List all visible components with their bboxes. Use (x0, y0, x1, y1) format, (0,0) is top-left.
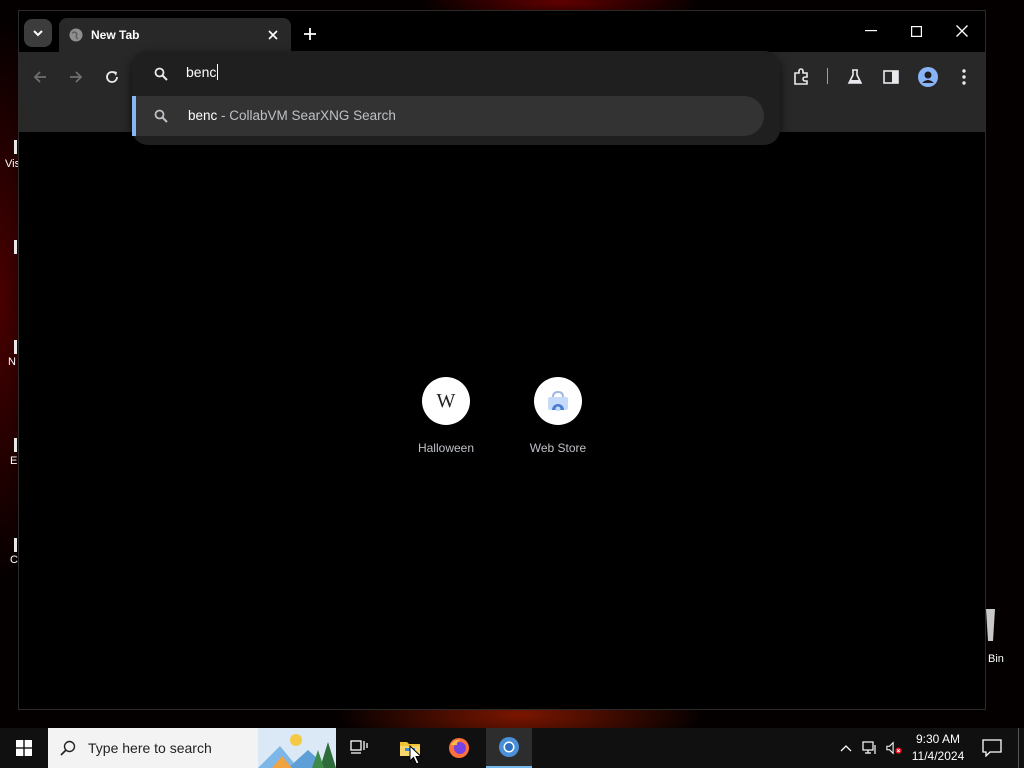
omnibox-suggestion[interactable]: benc - CollabVM SearXNG Search (132, 96, 764, 136)
search-highlight-illustration (258, 728, 336, 768)
shortcut-tile[interactable]: W Halloween (401, 377, 491, 455)
labs-button[interactable] (843, 65, 867, 89)
recycle-bin-label[interactable]: Bin (988, 653, 1004, 665)
clock-time: 9:30 AM (915, 732, 961, 746)
mouse-cursor-icon (409, 745, 423, 765)
arrow-right-icon (70, 71, 83, 83)
shortcut-label: Web Store (529, 441, 587, 455)
tab-close-button[interactable] (265, 27, 281, 43)
side-panel-icon (883, 70, 899, 84)
shortcut-icon-letter: W (436, 389, 456, 412)
minimize-icon (865, 30, 877, 32)
forward-button[interactable] (64, 65, 88, 89)
desktop-icon-fragment[interactable] (14, 240, 17, 254)
start-button[interactable] (0, 728, 48, 768)
globe-icon (69, 28, 83, 42)
text-caret (217, 64, 219, 80)
puzzle-icon (794, 68, 808, 85)
network-icon (862, 741, 876, 754)
desktop-icon-label[interactable]: N (8, 356, 16, 368)
network-button[interactable] (862, 740, 878, 756)
task-view-button[interactable] (336, 728, 382, 768)
desktop-icon-fragment[interactable] (14, 340, 17, 354)
search-icon (60, 740, 76, 756)
desktop-icon-label[interactable]: C (10, 554, 18, 566)
desktop-icon-fragment[interactable] (14, 538, 17, 552)
chevron-up-icon (840, 745, 852, 752)
menu-button[interactable] (952, 65, 976, 89)
chrome-icon (499, 737, 519, 757)
action-center-icon[interactable] (982, 739, 1002, 757)
shortcut-tile[interactable]: Web Store (513, 377, 603, 455)
suggestion-query: benc (188, 108, 218, 123)
arrow-left-icon (33, 71, 46, 83)
suggestion-separator: - (217, 108, 230, 123)
desktop-icon-fragment[interactable] (14, 140, 17, 154)
show-hidden-icons-button[interactable] (838, 740, 854, 756)
suggestion-selected-indicator (132, 96, 136, 136)
taskbar-search-box[interactable]: Type here to search (48, 728, 336, 768)
minimize-button[interactable] (859, 21, 883, 41)
reload-button[interactable] (100, 65, 124, 89)
plus-icon (304, 28, 316, 40)
chevron-down-icon (33, 30, 43, 37)
taskbar: Type here to search 9:30 AM 11/4/2024 (0, 728, 1024, 768)
maximize-button[interactable] (904, 21, 928, 41)
title-bar[interactable]: New Tab (19, 11, 985, 52)
volume-muted-icon (886, 741, 902, 755)
webstore-icon (534, 377, 582, 425)
extensions-button[interactable] (789, 65, 813, 89)
close-icon (268, 30, 278, 40)
profile-button[interactable] (916, 65, 940, 89)
tab-new-tab[interactable]: New Tab (59, 18, 291, 52)
firefox-icon (449, 738, 469, 758)
more-vertical-icon (962, 69, 966, 85)
flask-icon (847, 69, 863, 84)
volume-button[interactable] (886, 740, 902, 756)
omnibox-popup: benc benc - CollabVM SearXNG Search (132, 51, 780, 145)
search-icon (154, 67, 168, 81)
address-bar[interactable]: benc (132, 51, 780, 97)
tab-title: New Tab (91, 28, 140, 42)
toolbar-divider (827, 68, 828, 84)
avatar-icon (918, 67, 938, 87)
task-view-icon (350, 740, 368, 754)
suggestion-text: benc - CollabVM SearXNG Search (188, 108, 396, 123)
desktop-icon-label[interactable]: E (10, 455, 17, 467)
address-input[interactable]: benc (186, 64, 219, 80)
new-tab-button[interactable] (299, 23, 321, 45)
search-placeholder: Type here to search (88, 740, 212, 756)
new-tab-page: W Halloween Web Store (19, 132, 985, 709)
firefox-button[interactable] (436, 728, 482, 768)
taskbar-clock[interactable]: 9:30 AM 11/4/2024 (906, 731, 970, 765)
window-close-button[interactable] (950, 21, 974, 41)
show-desktop-button[interactable] (1018, 728, 1019, 768)
tab-search-button[interactable] (24, 19, 52, 47)
shortcut-label: Halloween (417, 441, 475, 455)
chrome-button[interactable] (486, 728, 532, 768)
reload-icon (106, 71, 118, 83)
suggestion-engine: CollabVM SearXNG Search (229, 108, 396, 123)
close-icon (956, 25, 968, 37)
search-icon (154, 109, 168, 123)
wikipedia-icon: W (422, 377, 470, 425)
back-button[interactable] (28, 65, 52, 89)
maximize-icon (910, 25, 922, 37)
desktop-icon-fragment[interactable] (14, 438, 17, 452)
side-panel-button[interactable] (879, 65, 903, 89)
windows-logo-icon (16, 740, 32, 756)
clock-date: 11/4/2024 (911, 749, 965, 763)
